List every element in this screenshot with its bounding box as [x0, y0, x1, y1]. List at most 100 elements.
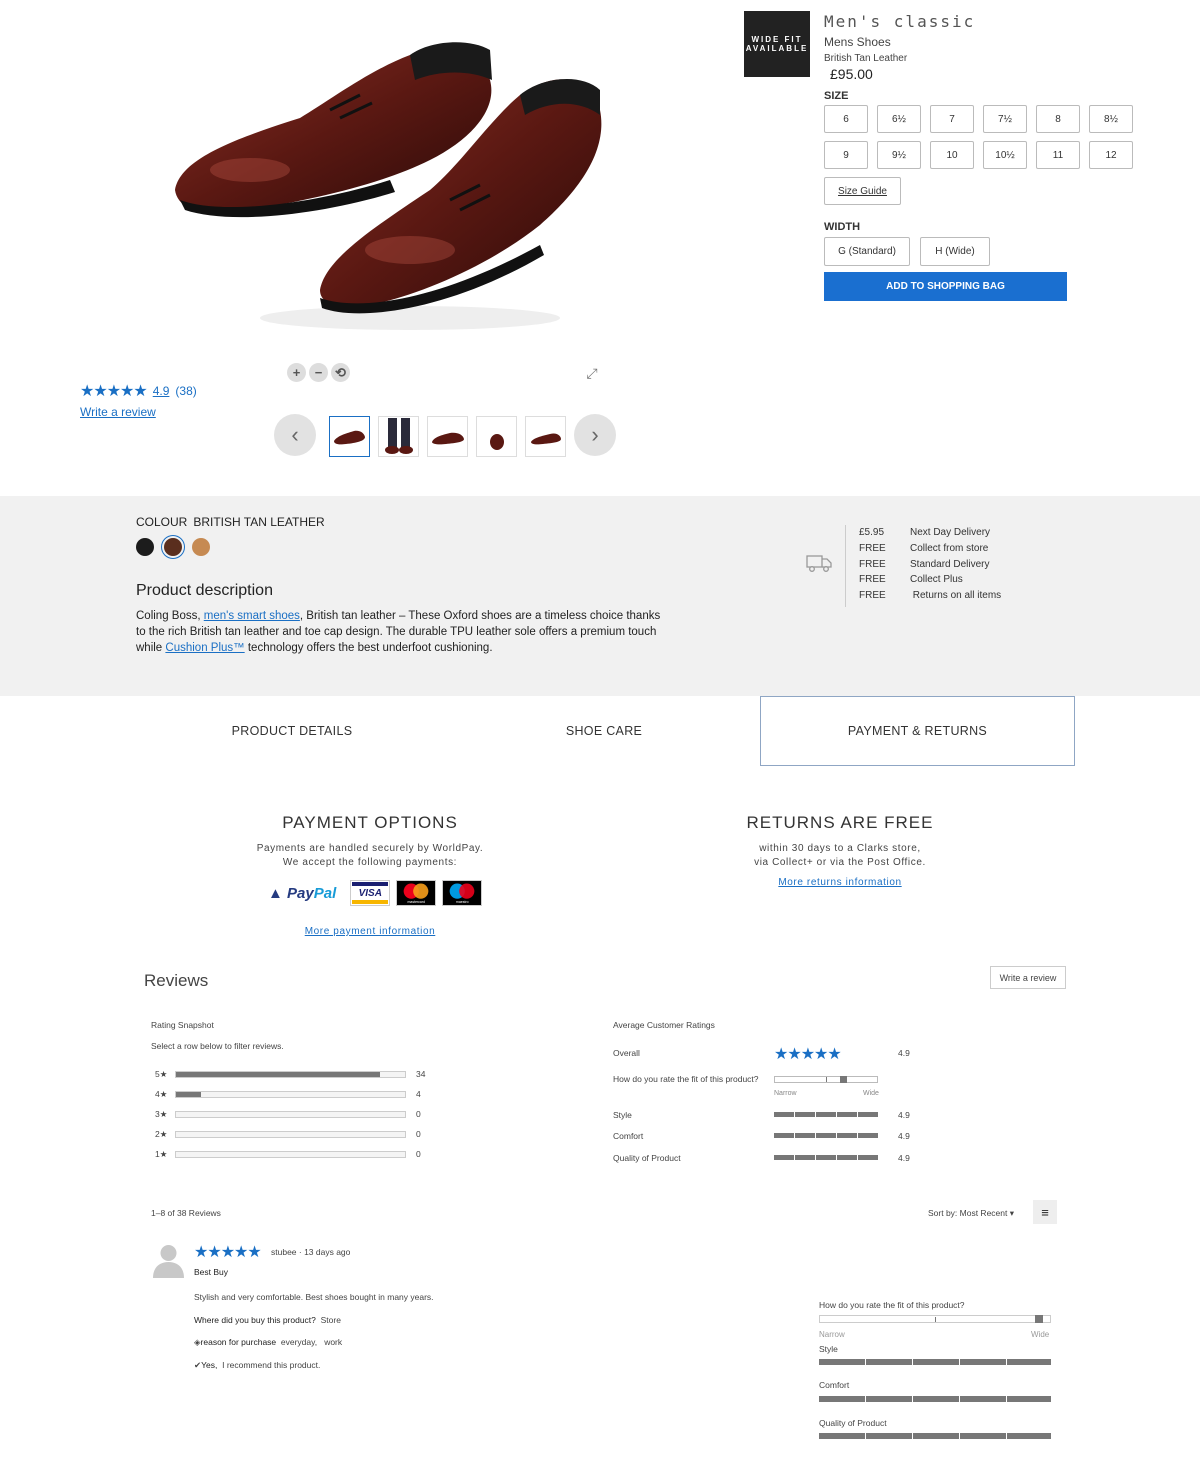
fit-wide-label: Wide [863, 1090, 879, 1097]
colour-swatch-brown[interactable] [164, 538, 182, 556]
review-stars: ★★★★★ [194, 1244, 262, 1261]
colour-swatch-tan[interactable] [192, 538, 210, 556]
product-image[interactable] [160, 0, 620, 345]
size-option[interactable]: 10 [930, 141, 974, 169]
review-fit-question: How do you rate the fit of this product? [819, 1300, 965, 1310]
avg-ratings-title: Average Customer Ratings [613, 1020, 715, 1030]
fit-marker [839, 1076, 847, 1083]
review-recommend: ✔Yes, I recommend this product. [194, 1360, 320, 1371]
thumbnail-prev-button[interactable]: ‹ [274, 414, 316, 456]
snapshot-bar [175, 1090, 406, 1098]
snapshot-row[interactable]: 5★ 34 [155, 1064, 425, 1084]
fit-slider-track [774, 1076, 878, 1083]
width-option-standard[interactable]: G (Standard) [824, 237, 910, 266]
comfort-rating-bar [774, 1133, 878, 1138]
snapshot-row[interactable]: 3★ 0 [155, 1104, 425, 1124]
review-count: 1–8 of 38 Reviews [151, 1208, 221, 1218]
review-headline: Best Buy [194, 1267, 229, 1277]
thumbnail-4[interactable] [476, 416, 517, 457]
review-purchase-location: Where did you buy this product? Store [194, 1315, 341, 1325]
delivery-row: FREE Standard Delivery [859, 559, 1001, 575]
size-option[interactable]: 8½ [1089, 105, 1133, 133]
reason-label: reason for purchase [200, 1337, 277, 1347]
tab-product-details[interactable]: PRODUCT DETAILS [136, 696, 448, 766]
tab-payment-returns[interactable]: PAYMENT & RETURNS [760, 696, 1075, 766]
colour-swatches [136, 538, 210, 556]
snapshot-row[interactable]: 4★ 4 [155, 1084, 425, 1104]
visa-logo: VISA [350, 880, 391, 906]
thumbnail-1[interactable] [329, 416, 370, 457]
review-fit-slider-track [819, 1315, 1051, 1323]
snapshot-bar [175, 1110, 406, 1118]
mens-smart-shoes-link[interactable]: men's smart shoes [204, 610, 300, 622]
delivery-price: FREE [859, 574, 886, 586]
size-option[interactable]: 11 [1036, 141, 1080, 169]
avatar [153, 1245, 184, 1278]
overall-stars: ★★★★★ [774, 1046, 842, 1063]
snapshot-row[interactable]: 1★ 0 [155, 1144, 425, 1164]
thumbnail-2[interactable] [378, 416, 419, 457]
write-review-link[interactable]: Write a review [80, 405, 156, 419]
size-guide-button[interactable]: Size Guide [824, 177, 901, 205]
more-payment-info-link[interactable]: More payment information [220, 926, 520, 937]
delivery-row: FREE Returns on all items [859, 590, 1001, 606]
description-part: technology offers the best underfoot cus… [244, 642, 493, 654]
returns-line-2: via Collect+ or via the Post Office. [754, 857, 926, 868]
more-returns-info-link[interactable]: More returns information [690, 877, 990, 888]
size-option[interactable]: 7 [930, 105, 974, 133]
thumbnail-side-icon [431, 432, 464, 444]
style-label: Style [613, 1110, 632, 1120]
menu-icon[interactable]: ≡ [1033, 1200, 1057, 1224]
size-option[interactable]: 8 [1036, 105, 1080, 133]
expand-icon[interactable]: ⤢ [583, 364, 601, 382]
thumbnail-5[interactable] [525, 416, 566, 457]
snapshot-bar-fill [176, 1071, 380, 1077]
recommend-text: I recommend this product. [222, 1360, 321, 1370]
mastercard-logo: mastercard [396, 880, 437, 906]
zoom-in-icon[interactable]: + [287, 363, 306, 382]
payment-line-2: We accept the following payments: [282, 857, 458, 868]
snapshot-row[interactable]: 2★ 0 [155, 1124, 425, 1144]
size-option[interactable]: 12 [1089, 141, 1133, 169]
delivery-row: £5.95 Next Day Delivery [859, 527, 1001, 543]
size-option[interactable]: 7½ [983, 105, 1027, 133]
tab-shoe-care[interactable]: SHOE CARE [448, 696, 760, 766]
thumbnail-angle-icon [530, 432, 561, 444]
overall-label: Overall [613, 1048, 640, 1058]
review-fit-wide-label: Wide [1031, 1330, 1050, 1339]
colour-label-line: COLOUR BRITISH TAN LEATHER [136, 515, 325, 529]
payment-options-title: PAYMENT OPTIONS [282, 813, 458, 832]
review-style-label: Style [819, 1344, 838, 1354]
rating-snapshot-rows: 5★ 34 4★ 4 3★ 0 2★ 0 1★ 0 [155, 1064, 425, 1164]
size-option[interactable]: 10½ [983, 141, 1027, 169]
size-option[interactable]: 6 [824, 105, 868, 133]
delivery-price: £5.95 [859, 527, 885, 538]
size-option[interactable]: 6½ [877, 105, 921, 133]
size-option[interactable]: 9½ [877, 141, 921, 169]
thumbnail-3[interactable] [427, 416, 468, 457]
add-to-bag-button[interactable]: ADD TO SHOPPING BAG [824, 272, 1067, 301]
size-option[interactable]: 9 [824, 141, 868, 169]
thumbnail-next-button[interactable]: › [574, 414, 616, 456]
delivery-divider [845, 525, 846, 607]
description-part: Coling Boss, [136, 610, 204, 622]
rating-summary: ★★★★★ 4.9 (38) [80, 381, 197, 401]
rating-count[interactable]: (38) [175, 384, 196, 398]
wide-fit-badge: WIDE FIT AVAILABLE [744, 11, 810, 77]
snapshot-count: 0 [416, 1129, 421, 1139]
width-option-wide[interactable]: H (Wide) [920, 237, 990, 266]
style-value: 4.9 [898, 1110, 910, 1120]
delivery-options: £5.95 Next Day Delivery FREE Collect from … [859, 527, 1001, 606]
write-review-button[interactable]: Write a review [990, 966, 1066, 989]
payment-logos: ▲ PayPal VISA mastercard maestro [268, 880, 483, 906]
reason-answer: everyday, work [280, 1337, 343, 1347]
zoom-out-icon[interactable]: − [309, 363, 328, 382]
zoom-reset-icon[interactable]: ⟲ [331, 363, 350, 382]
snapshot-row-label: 5★ [155, 1068, 168, 1079]
rating-score-link[interactable]: 4.9 [153, 384, 170, 398]
cushion-plus-link[interactable]: Cushion Plus™ [165, 642, 244, 654]
sort-dropdown[interactable]: Sort by: Most Recent ▾ [928, 1208, 1014, 1219]
delivery-price: FREE [859, 590, 886, 602]
snapshot-bar [175, 1150, 406, 1158]
colour-swatch-black[interactable] [136, 538, 154, 556]
